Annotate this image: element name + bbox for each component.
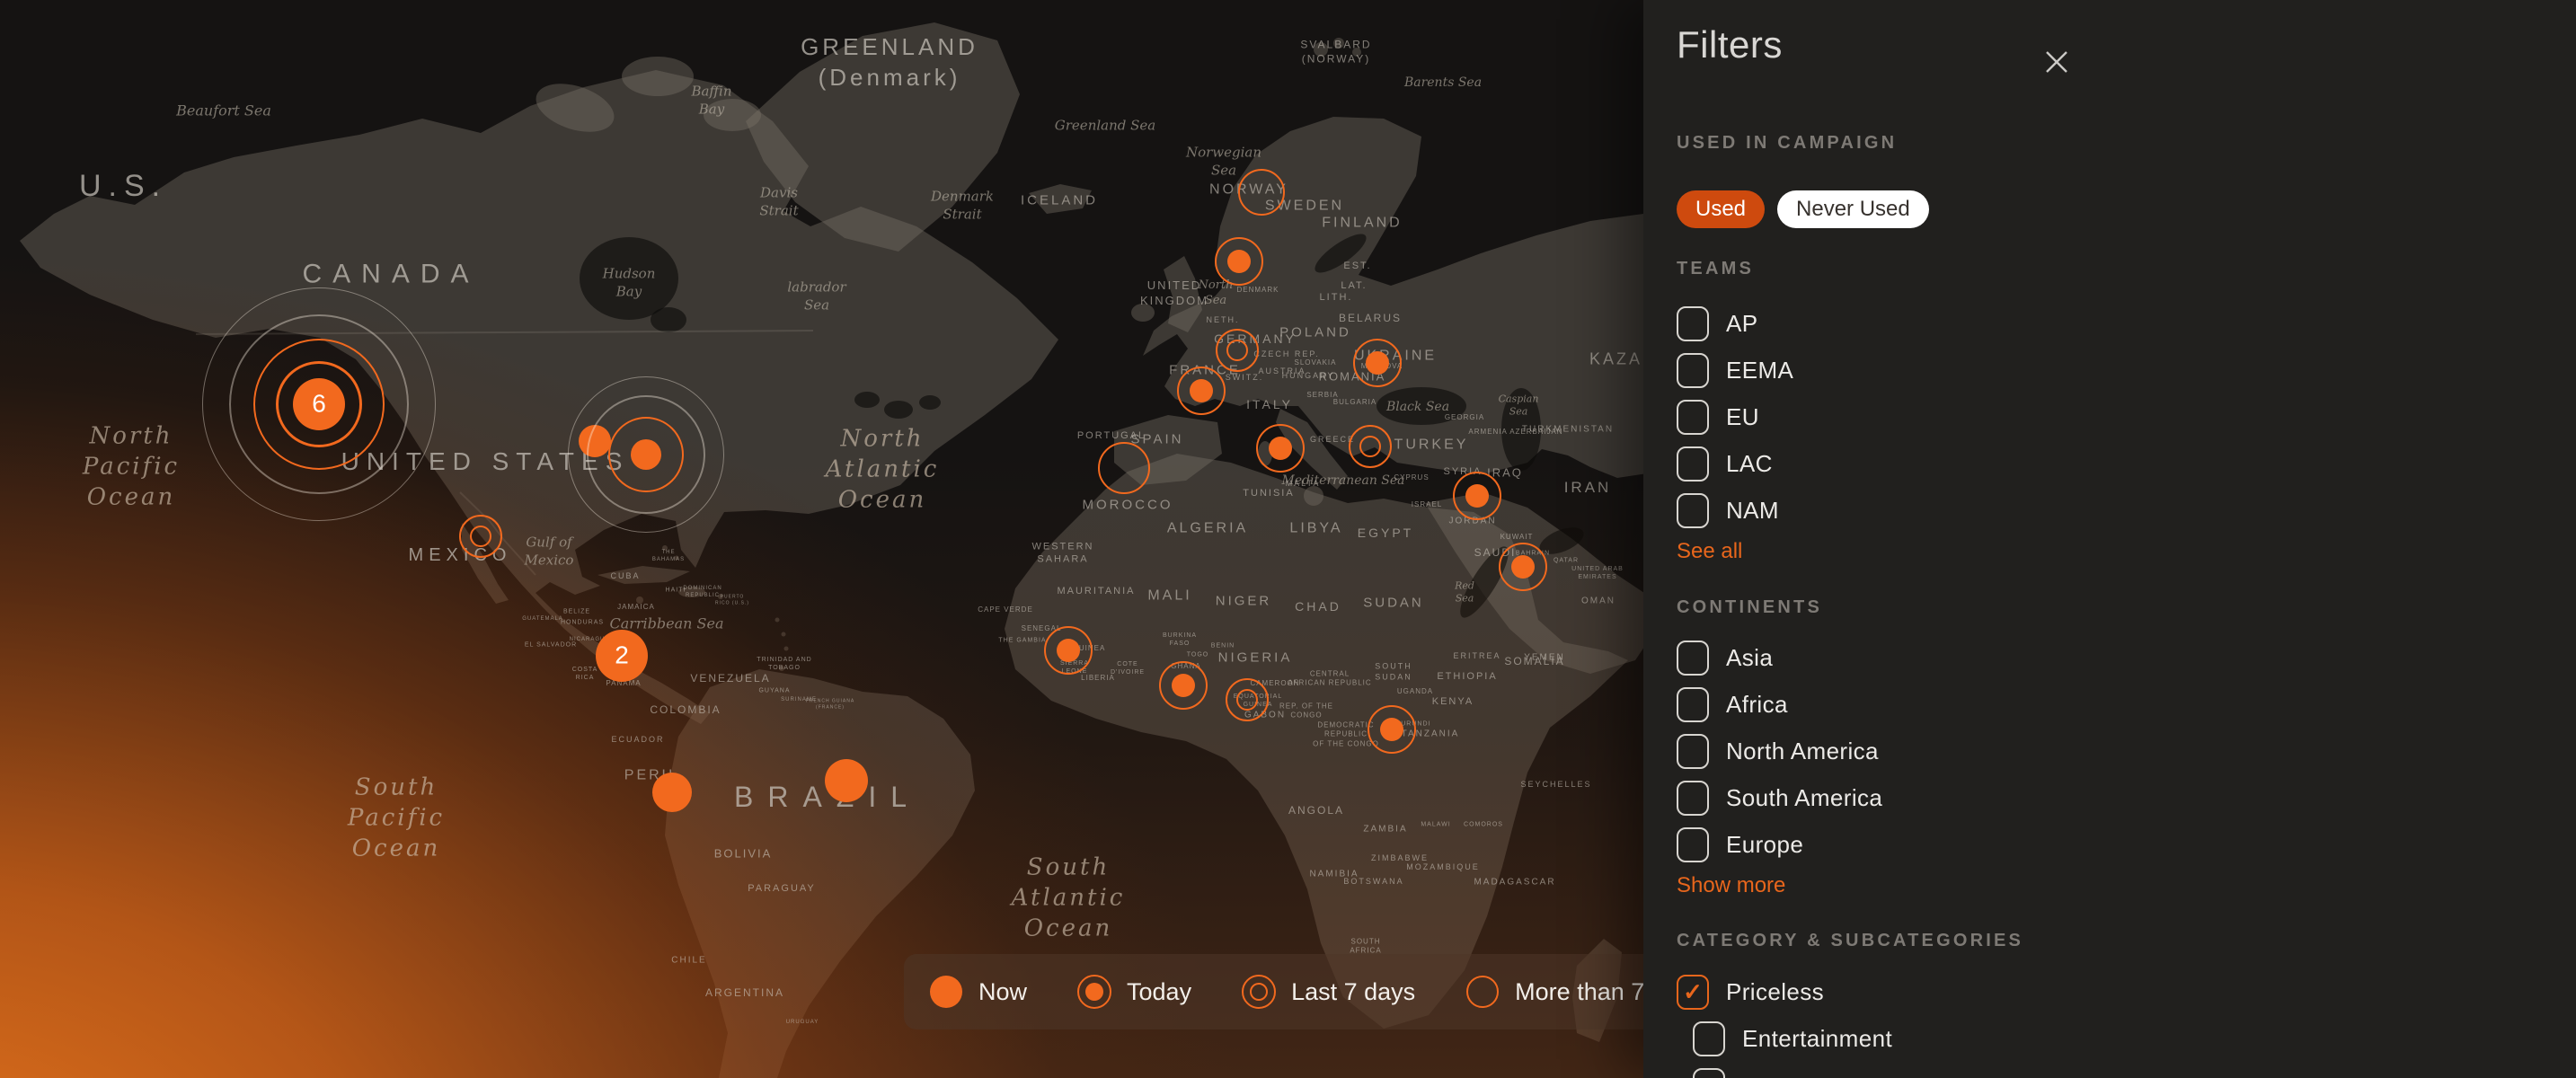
checkbox-label: South America: [1726, 784, 1882, 812]
checkbox-icon[interactable]: [1677, 687, 1709, 722]
continents-list: Asia Africa North America South America Euro…: [1677, 634, 1882, 868]
used-pill[interactable]: Used: [1677, 190, 1765, 228]
checkbox-row-continents-north-america[interactable]: North America: [1677, 728, 1882, 774]
categories-list: ✓ Priceless Entertainment: [1677, 968, 1892, 1078]
checkbox-row-continents-asia[interactable]: Asia: [1677, 634, 1882, 681]
marker-dot: [1269, 437, 1292, 460]
checkbox-row-continents-europe[interactable]: Europe: [1677, 821, 1882, 868]
marker-dot: [1465, 484, 1489, 508]
marker-dot: [930, 976, 962, 1008]
legend-last7-icon: [1240, 973, 1278, 1011]
marker-ring: [1466, 976, 1499, 1008]
checkbox-row-continents-south-america[interactable]: South America: [1677, 774, 1882, 821]
legend-label: Last 7 days: [1291, 978, 1415, 1006]
marker-dot: [1190, 379, 1213, 402]
checkbox-icon[interactable]: [1677, 493, 1709, 528]
legend-item-now: Now: [927, 973, 1027, 1011]
marker-dot: [1085, 983, 1103, 1001]
checkbox-label: Priceless: [1726, 978, 1824, 1006]
checkbox-row-categories-item[interactable]: [1693, 1062, 1892, 1078]
checkbox-label: AP: [1726, 310, 1757, 338]
marker-ring: [1359, 436, 1381, 457]
checkbox-icon[interactable]: [1677, 306, 1709, 341]
checkbox-row-teams-eu[interactable]: EU: [1677, 393, 1793, 440]
marker-dot: [1511, 555, 1535, 579]
checkbox-row-teams-eema[interactable]: EEMA: [1677, 347, 1793, 393]
legend-item-today: Today: [1076, 973, 1191, 1011]
checkbox-icon[interactable]: [1693, 1068, 1725, 1078]
checkbox-label: Europe: [1726, 831, 1803, 859]
legend-item-last-7-days: Last 7 days: [1240, 973, 1415, 1011]
marker-ring: [1226, 340, 1248, 361]
marker-dot: [1057, 639, 1080, 662]
marker-ring: [1250, 983, 1268, 1001]
see-all-link[interactable]: See all: [1677, 539, 1742, 564]
marker-ring: [470, 526, 491, 547]
teams-list: AP EEMA EU LAC NAM: [1677, 300, 1793, 534]
checkbox-label: NAM: [1726, 497, 1779, 525]
never-used-pill[interactable]: Never Used: [1777, 190, 1929, 228]
checkbox-label: Asia: [1726, 644, 1773, 672]
checkbox-row-categories-entertainment[interactable]: Entertainment: [1693, 1015, 1892, 1062]
marker-dot: [631, 439, 661, 470]
checkbox-icon[interactable]: [1693, 1021, 1725, 1056]
checkbox-checked-icon[interactable]: ✓: [1677, 975, 1709, 1010]
checkbox-label: Entertainment: [1742, 1025, 1892, 1053]
marker-count: 2: [615, 641, 629, 669]
legend-label: Today: [1127, 978, 1191, 1006]
section-teams: TEAMS: [1677, 259, 1754, 279]
checkbox-icon[interactable]: [1677, 781, 1709, 816]
checkbox-icon[interactable]: [1677, 734, 1709, 769]
checkbox-icon[interactable]: [1677, 353, 1709, 388]
show-more-link[interactable]: Show more: [1677, 873, 1785, 898]
checkbox-row-categories-priceless[interactable]: ✓ Priceless: [1677, 968, 1892, 1015]
legend-now-icon: [927, 973, 965, 1011]
checkbox-label: North America: [1726, 738, 1879, 765]
marker-dot: [1366, 351, 1389, 375]
marker-ring: [1238, 169, 1285, 216]
marker-ring: [1236, 689, 1258, 711]
filters-panel: Filters USED IN CAMPAIGN UsedNever Used …: [1643, 0, 2576, 1078]
checkbox-row-continents-africa[interactable]: Africa: [1677, 681, 1882, 728]
checkbox-row-teams-nam[interactable]: NAM: [1677, 487, 1793, 534]
legend-label: Now: [978, 978, 1027, 1006]
section-continents: CONTINENTS: [1677, 597, 1822, 618]
close-icon[interactable]: [2036, 41, 2077, 83]
legend-today-icon: [1076, 973, 1113, 1011]
marker-count: 6: [312, 389, 326, 418]
checkbox-icon[interactable]: [1677, 446, 1709, 482]
panel-title: Filters: [1677, 23, 1783, 66]
legend-older-icon: [1464, 973, 1501, 1011]
checkbox-row-teams-lac[interactable]: LAC: [1677, 440, 1793, 487]
marker-dot: [652, 773, 692, 812]
checkbox-label: Africa: [1726, 691, 1788, 719]
marker-ring: [1098, 442, 1150, 494]
used-in-campaign-toggle: Used Never Used: [1677, 190, 1929, 228]
marker-dot: [825, 759, 868, 802]
marker-dot: [1172, 674, 1195, 697]
section-categories: CATEGORY & SUBCATEGORIES: [1677, 931, 2023, 951]
checkbox-icon[interactable]: [1677, 827, 1709, 862]
app-window: Beaufort SeaU.S.CANADAUNITED STATESMEXIC…: [0, 0, 2576, 1078]
marker-dot: [1380, 718, 1403, 741]
checkbox-label: LAC: [1726, 450, 1773, 478]
map-legend: NowTodayLast 7 daysMore than 7 days ago: [904, 954, 1678, 1029]
marker-dot: [1227, 250, 1251, 273]
section-used-in-campaign: USED IN CAMPAIGN: [1677, 133, 1897, 154]
checkbox-label: EU: [1726, 403, 1759, 431]
checkbox-icon[interactable]: [1677, 641, 1709, 676]
checkbox-label: EEMA: [1726, 357, 1793, 384]
checkbox-icon[interactable]: [1677, 400, 1709, 435]
checkbox-row-teams-ap[interactable]: AP: [1677, 300, 1793, 347]
